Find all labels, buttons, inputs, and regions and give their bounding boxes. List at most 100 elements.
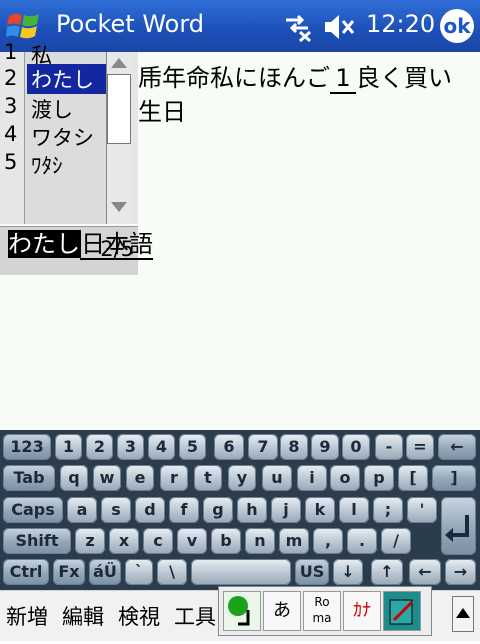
- key-space[interactable]: [191, 559, 291, 585]
- scroll-thumb[interactable]: [107, 74, 131, 144]
- key-l[interactable]: l: [339, 497, 369, 523]
- key-r[interactable]: r: [160, 465, 188, 491]
- enter-key[interactable]: [441, 497, 476, 555]
- candidate-item[interactable]: ワタシ: [31, 122, 94, 152]
- key-ctrl[interactable]: Ctrl: [3, 559, 49, 585]
- windows-start-icon[interactable]: [6, 8, 42, 44]
- key-q[interactable]: q: [60, 465, 88, 491]
- menu-view[interactable]: 検視: [118, 601, 160, 631]
- key-j[interactable]: j: [271, 497, 301, 523]
- enter-icon: [445, 515, 469, 542]
- soft-keyboard: 123 1 2 3 4 5 6 7 8 9 0 - = ← Tab q w e …: [0, 430, 480, 590]
- key-7[interactable]: 7: [248, 434, 278, 460]
- key-minus[interactable]: -: [375, 434, 403, 460]
- key-n[interactable]: n: [245, 528, 275, 554]
- arrow-right-key[interactable]: →: [445, 559, 476, 585]
- key-c[interactable]: c: [143, 528, 173, 554]
- key-i[interactable]: i: [297, 465, 327, 491]
- key-backslash[interactable]: \: [157, 559, 187, 585]
- document-line-1: 乕年命私にほんご 1 良く買い: [138, 58, 452, 94]
- menu-scroll-up-icon[interactable]: [452, 596, 474, 632]
- key-x[interactable]: x: [109, 528, 139, 554]
- key-z[interactable]: z: [75, 528, 105, 554]
- key-o[interactable]: o: [330, 465, 360, 491]
- key-period[interactable]: .: [347, 528, 377, 554]
- key-u[interactable]: u: [262, 465, 292, 491]
- candidate-item[interactable]: 渡し: [31, 94, 73, 124]
- volume-muted-icon[interactable]: [322, 12, 356, 42]
- underlined-text: 1: [330, 64, 356, 94]
- key-f[interactable]: f: [169, 497, 199, 523]
- candidate-window: 1 2 3 4 5 私 わたし 渡し ワタシ ﾜﾀｼ 2/5: [0, 40, 138, 275]
- menu-edit[interactable]: 編輯: [62, 601, 104, 631]
- key-t[interactable]: t: [194, 465, 222, 491]
- key-e[interactable]: e: [126, 465, 154, 491]
- key-slash[interactable]: /: [381, 528, 411, 554]
- ime-mode-icon[interactable]: [223, 591, 261, 631]
- key-y[interactable]: y: [228, 465, 256, 491]
- scroll-up-icon[interactable]: [111, 58, 127, 68]
- menu-tools[interactable]: 工具: [174, 601, 216, 631]
- key-a[interactable]: a: [67, 497, 97, 523]
- key-1[interactable]: 1: [55, 434, 82, 460]
- key-backtick[interactable]: `: [125, 559, 153, 585]
- candidate-scrollbar[interactable]: [106, 52, 131, 224]
- key-p[interactable]: p: [364, 465, 394, 491]
- key-d[interactable]: d: [135, 497, 165, 523]
- ok-button[interactable]: ok: [440, 9, 474, 43]
- key-5[interactable]: 5: [179, 434, 206, 460]
- connectivity-icon[interactable]: [282, 12, 314, 42]
- key-fx[interactable]: Fx: [53, 559, 85, 585]
- key-b[interactable]: b: [211, 528, 241, 554]
- key-9[interactable]: 9: [311, 434, 339, 460]
- arrow-down-key[interactable]: ↓: [333, 559, 363, 585]
- key-us-layout[interactable]: US: [295, 559, 329, 585]
- document-line-2: 生日: [138, 98, 186, 126]
- candidate-item-selected[interactable]: わたし: [27, 64, 109, 94]
- menu-new[interactable]: 新増: [6, 601, 48, 631]
- key-bracket-open[interactable]: [: [398, 465, 428, 491]
- arrow-left-key[interactable]: ←: [409, 559, 441, 585]
- candidate-number: 2: [4, 66, 18, 90]
- key-m[interactable]: m: [279, 528, 309, 554]
- key-8[interactable]: 8: [280, 434, 308, 460]
- key-bracket-close[interactable]: ]: [432, 465, 476, 491]
- key-0[interactable]: 0: [342, 434, 370, 460]
- key-3[interactable]: 3: [117, 434, 144, 460]
- composition-rest: 日本語: [80, 230, 153, 260]
- key-h[interactable]: h: [237, 497, 267, 523]
- key-g[interactable]: g: [203, 497, 233, 523]
- candidate-item[interactable]: ﾜﾀｼ: [31, 150, 63, 180]
- ime-pad-icon[interactable]: [383, 591, 421, 631]
- key-equals[interactable]: =: [406, 434, 434, 460]
- backspace-key[interactable]: ←: [438, 434, 476, 460]
- ime-romaji-button[interactable]: Ro ma: [303, 591, 341, 631]
- key-semicolon[interactable]: ;: [373, 497, 403, 523]
- ime-hiragana-button[interactable]: あ: [263, 591, 301, 631]
- key-2[interactable]: 2: [86, 434, 113, 460]
- key-v[interactable]: v: [177, 528, 207, 554]
- key-w[interactable]: w: [93, 465, 121, 491]
- arrow-up-key[interactable]: ↑: [371, 559, 403, 585]
- candidate-number: 3: [4, 94, 18, 118]
- ime-katakana-button[interactable]: ｶﾅ: [343, 591, 381, 631]
- app-title: Pocket Word: [56, 10, 205, 38]
- key-s[interactable]: s: [101, 497, 131, 523]
- key-tab[interactable]: Tab: [3, 465, 55, 491]
- key-international[interactable]: áÜ: [89, 559, 121, 585]
- scroll-down-icon[interactable]: [111, 202, 127, 212]
- writing-pad-icon: [389, 599, 414, 625]
- key-quote[interactable]: ': [407, 497, 437, 523]
- key-123[interactable]: 123: [3, 434, 51, 460]
- candidate-number: 1: [4, 40, 18, 64]
- candidate-list: 私 わたし 渡し ワタシ ﾜﾀｼ: [24, 44, 109, 224]
- key-caps[interactable]: Caps: [3, 497, 63, 523]
- key-shift[interactable]: Shift: [3, 528, 71, 554]
- key-6[interactable]: 6: [214, 434, 244, 460]
- key-comma[interactable]: ,: [313, 528, 343, 554]
- key-4[interactable]: 4: [148, 434, 175, 460]
- green-ball-icon: [228, 596, 250, 626]
- document-area[interactable]: 乕年命私にほんご 1 良く買い 生日 1 2 3 4 5 私 わたし 渡し ワタシ …: [0, 40, 480, 430]
- clock[interactable]: 12:20: [366, 10, 435, 38]
- key-k[interactable]: k: [305, 497, 335, 523]
